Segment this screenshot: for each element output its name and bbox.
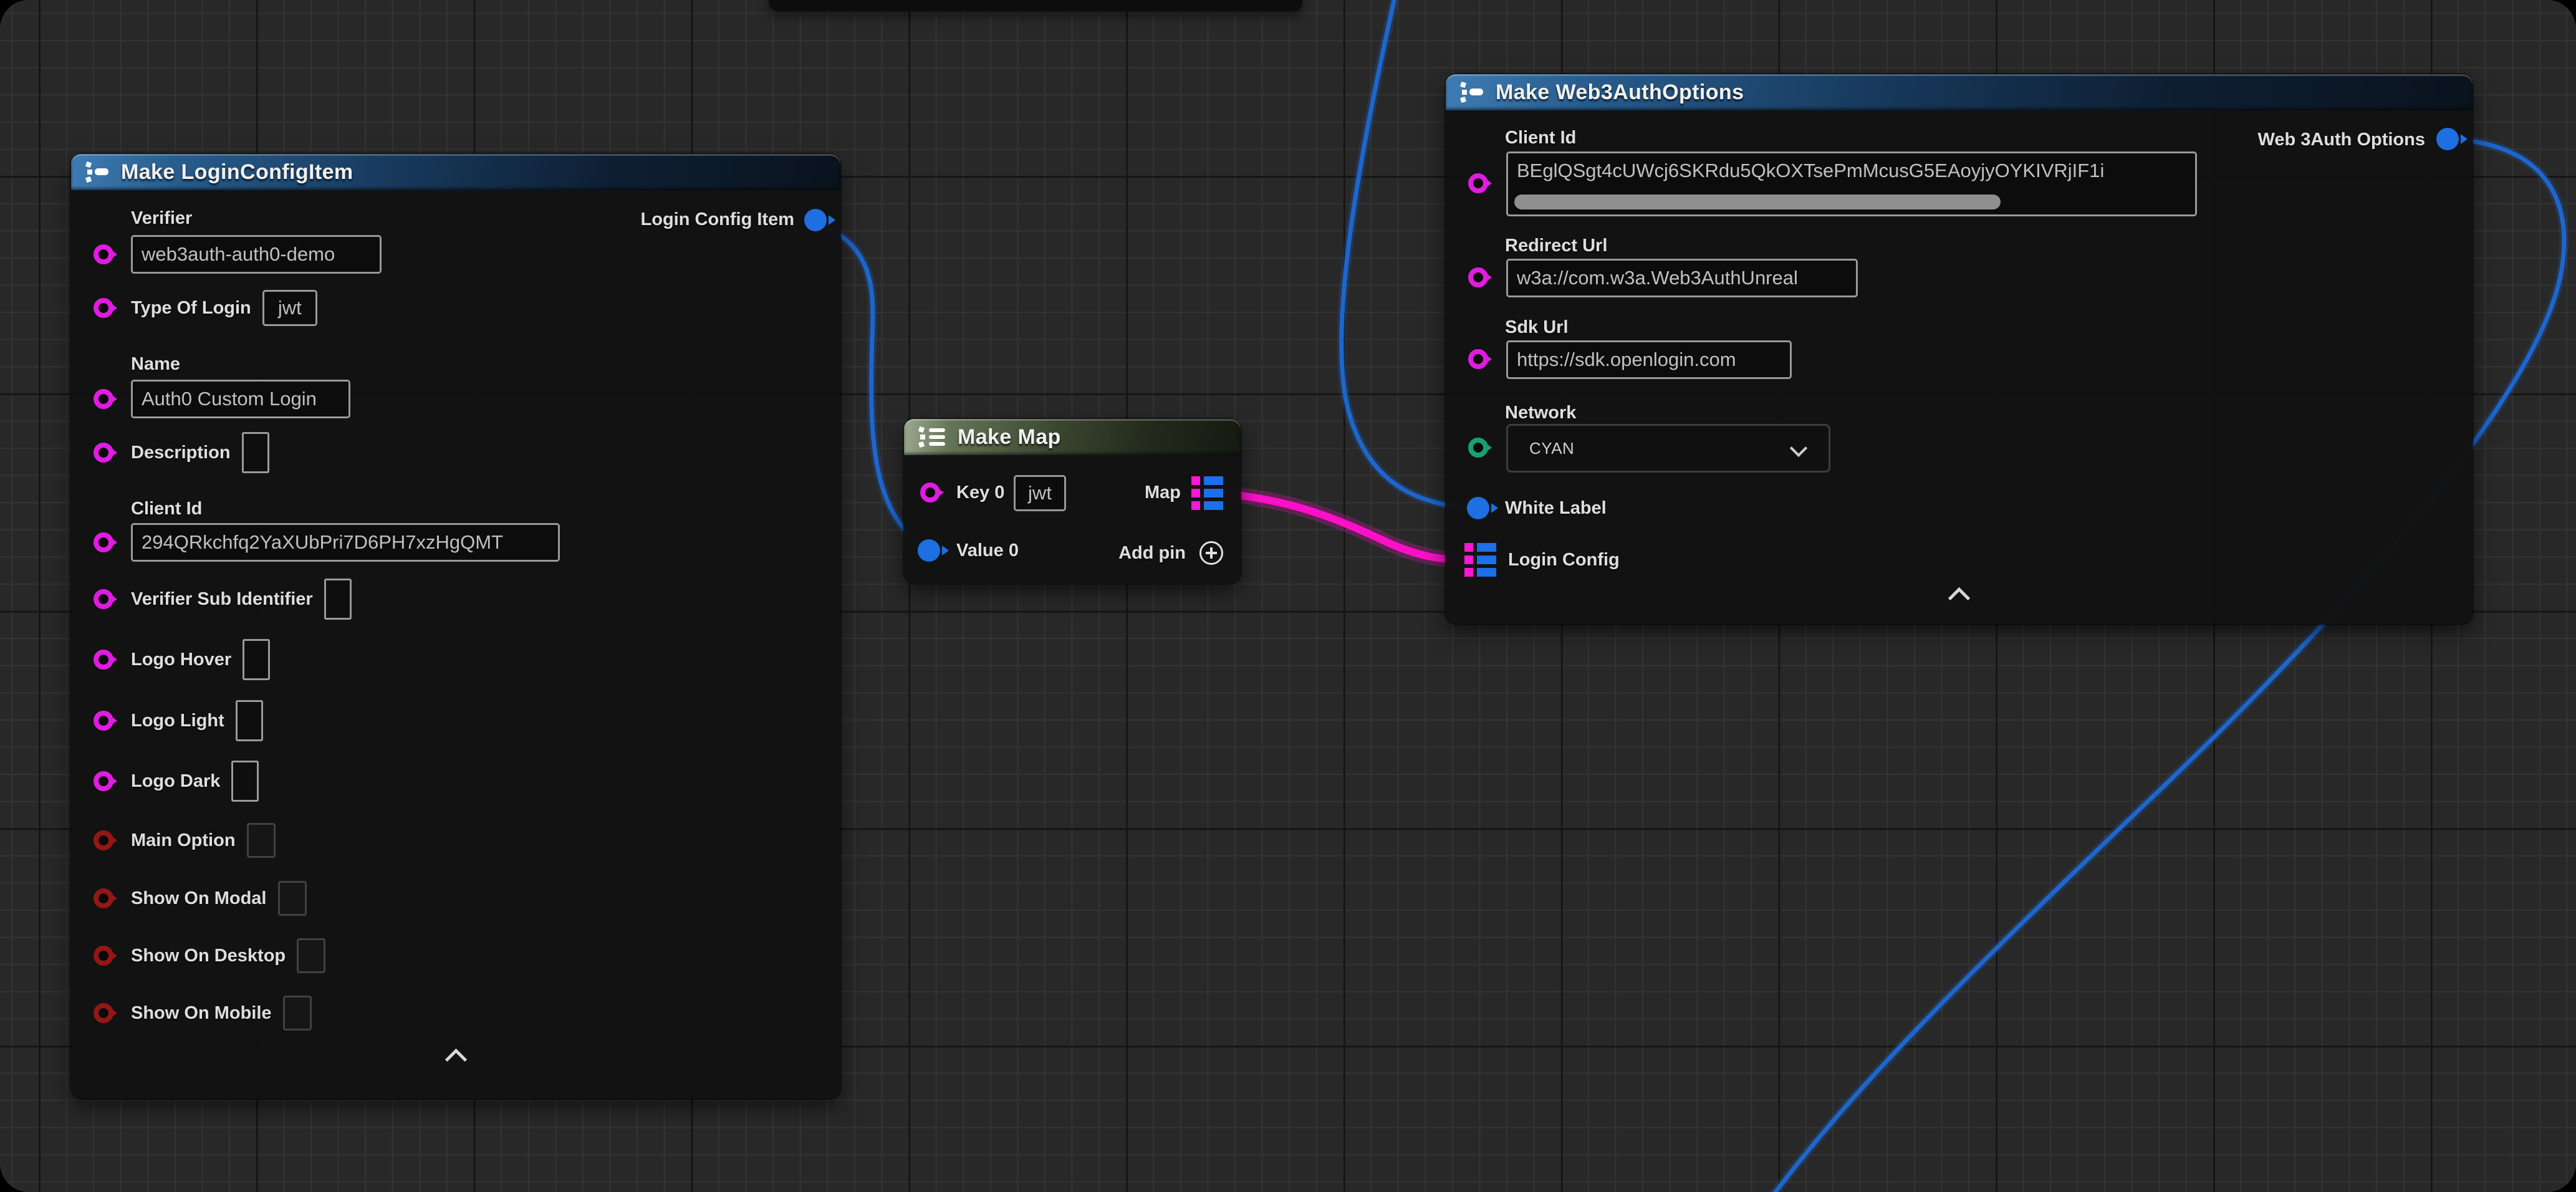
pin-show-on-modal[interactable] bbox=[94, 888, 113, 908]
pin-map-output[interactable] bbox=[1191, 476, 1223, 510]
pin-client-id[interactable] bbox=[1468, 173, 1488, 193]
node-make-loginconfigitem[interactable]: Make LoginConfigItem Login Config Item V… bbox=[71, 154, 840, 1098]
pin-verifier[interactable] bbox=[94, 244, 113, 264]
node-make-web3authoptions[interactable]: Make Web3AuthOptions Web 3Auth Options C… bbox=[1446, 74, 2473, 624]
field-label: Description bbox=[131, 442, 231, 463]
pin-verifier-sub-identifier[interactable] bbox=[94, 589, 113, 609]
pin-white-label[interactable] bbox=[1467, 497, 1489, 519]
output-login-config-item: Login Config Item bbox=[641, 209, 794, 230]
field-name: Name Auth0 Custom Login bbox=[71, 353, 350, 418]
field-label: Logo Dark bbox=[131, 771, 220, 792]
field-label: Show On Desktop bbox=[131, 945, 286, 966]
field-label: Show On Modal bbox=[131, 888, 267, 909]
sdk-url-label: Sdk Url bbox=[1505, 317, 1569, 338]
pin-client-id[interactable] bbox=[94, 532, 113, 552]
pin-value-0[interactable] bbox=[918, 539, 940, 562]
main-option-checkbox[interactable] bbox=[247, 823, 276, 858]
login-config-label: Login Config bbox=[1508, 549, 1620, 570]
pin-logo-dark[interactable] bbox=[94, 771, 113, 791]
pin-key-0[interactable] bbox=[920, 483, 940, 502]
pin-description[interactable] bbox=[94, 443, 113, 463]
logo-light-input[interactable] bbox=[236, 700, 263, 741]
add-pin-label: Add pin bbox=[1118, 542, 1186, 564]
pin-login-config[interactable] bbox=[1464, 543, 1496, 577]
make-container-icon bbox=[916, 425, 948, 449]
chevron-up-icon bbox=[1948, 587, 1970, 609]
field-label: Logo Light bbox=[131, 710, 224, 731]
key-0-input[interactable]: jwt bbox=[1014, 475, 1066, 511]
collapse-node-button[interactable] bbox=[1946, 585, 1973, 604]
offscreen-node-edge[interactable] bbox=[769, 0, 1302, 11]
node-title: Make Map bbox=[958, 425, 1061, 449]
chevron-down-icon bbox=[1790, 440, 1807, 457]
pin-logo-light[interactable] bbox=[94, 711, 113, 731]
client-id-label: Client Id bbox=[1505, 127, 1576, 148]
node-title: Make Web3AuthOptions bbox=[1496, 80, 1744, 105]
show-on-desktop-checkbox[interactable] bbox=[297, 938, 325, 973]
pin-redirect-url[interactable] bbox=[1468, 267, 1488, 287]
pin-logo-hover[interactable] bbox=[94, 650, 113, 670]
collapse-node-button[interactable] bbox=[442, 1047, 469, 1065]
show-on-mobile-checkbox[interactable] bbox=[283, 996, 312, 1031]
logo-hover-input[interactable] bbox=[243, 639, 270, 680]
name-input[interactable]: Auth0 Custom Login bbox=[131, 380, 350, 418]
add-pin-button[interactable] bbox=[1199, 541, 1223, 565]
node-title: Make LoginConfigItem bbox=[121, 160, 353, 185]
key-0-label: Key 0 bbox=[956, 482, 1004, 503]
verifier-input[interactable]: web3auth-auth0-demo bbox=[131, 235, 382, 274]
node-header-make-loginconfigitem[interactable]: Make LoginConfigItem bbox=[71, 154, 840, 190]
description-input[interactable] bbox=[242, 432, 269, 473]
pin-main-option[interactable] bbox=[94, 830, 113, 850]
field-label: Verifier bbox=[131, 208, 192, 229]
field-label: Main Option bbox=[131, 830, 236, 851]
show-on-modal-checkbox[interactable] bbox=[278, 881, 307, 916]
output-label: Login Config Item bbox=[641, 209, 794, 230]
field-label: Show On Mobile bbox=[131, 1002, 272, 1024]
field-label: Verifier Sub Identifier bbox=[131, 589, 313, 610]
field-label: Logo Hover bbox=[131, 649, 231, 670]
network-selected-value: CYAN bbox=[1529, 439, 1574, 458]
graph-canvas[interactable]: Make LoginConfigItem Login Config Item V… bbox=[0, 0, 2576, 1192]
node-make-map[interactable]: Make Map Key 0 jwt Map Value 0 Add pin bbox=[904, 419, 1241, 584]
client-id-input[interactable]: 294QRkchfq2YaXUbPri7D6PH7xzHgQMT bbox=[131, 523, 560, 562]
make-struct-icon bbox=[1458, 80, 1486, 105]
field-label: Client Id bbox=[131, 498, 202, 519]
make-struct-icon bbox=[84, 160, 111, 185]
pin-show-on-mobile[interactable] bbox=[94, 1003, 113, 1023]
client-id-input[interactable]: BEglQSgt4cUWcj6SKRdu5QkOXTsePmMcusG5EAoy… bbox=[1506, 151, 2197, 216]
pin-sdk-url[interactable] bbox=[1468, 349, 1488, 369]
node-header-make-web3authoptions[interactable]: Make Web3AuthOptions bbox=[1446, 74, 2473, 110]
verifier-sub-identifier-input[interactable] bbox=[324, 579, 352, 620]
field-label: Name bbox=[131, 353, 180, 375]
field-client-id: Client Id 294QRkchfq2YaXUbPri7D6PH7xzHgQ… bbox=[71, 498, 560, 562]
field-verifier: Verifier web3auth-auth0-demo bbox=[71, 208, 382, 274]
field-label: Type Of Login bbox=[131, 297, 251, 319]
value-0-label: Value 0 bbox=[956, 540, 1019, 561]
pin-login-config-item-output[interactable] bbox=[804, 209, 827, 231]
pin-show-on-desktop[interactable] bbox=[94, 946, 113, 966]
pin-web3auth-options-output[interactable] bbox=[2436, 128, 2459, 150]
pin-network[interactable] bbox=[1468, 438, 1488, 458]
white-label-label: White Label bbox=[1505, 497, 1607, 519]
client-id-text: BEglQSgt4cUWcj6SKRdu5QkOXTsePmMcusG5EAoy… bbox=[1517, 160, 2104, 182]
network-label: Network bbox=[1505, 402, 1576, 423]
sdk-url-input[interactable]: https://sdk.openlogin.com bbox=[1506, 340, 1792, 379]
redirect-url-label: Redirect Url bbox=[1505, 235, 1607, 256]
horizontal-scrollbar[interactable] bbox=[1514, 195, 2001, 209]
network-dropdown[interactable]: CYAN bbox=[1506, 424, 1830, 473]
blueprint-editor: Make LoginConfigItem Login Config Item V… bbox=[0, 0, 2576, 1192]
logo-dark-input[interactable] bbox=[231, 761, 259, 802]
pin-type-of-login[interactable] bbox=[94, 298, 113, 318]
pin-name[interactable] bbox=[94, 389, 113, 409]
type-of-login-input[interactable]: jwt bbox=[262, 290, 317, 326]
output-label: Web 3Auth Options bbox=[2257, 129, 2425, 150]
node-header-make-map[interactable]: Make Map bbox=[904, 419, 1241, 455]
map-output-label: Map bbox=[1145, 482, 1181, 503]
chevron-up-icon bbox=[445, 1049, 466, 1070]
redirect-url-input[interactable]: w3a://com.w3a.Web3AuthUnreal bbox=[1506, 259, 1858, 297]
